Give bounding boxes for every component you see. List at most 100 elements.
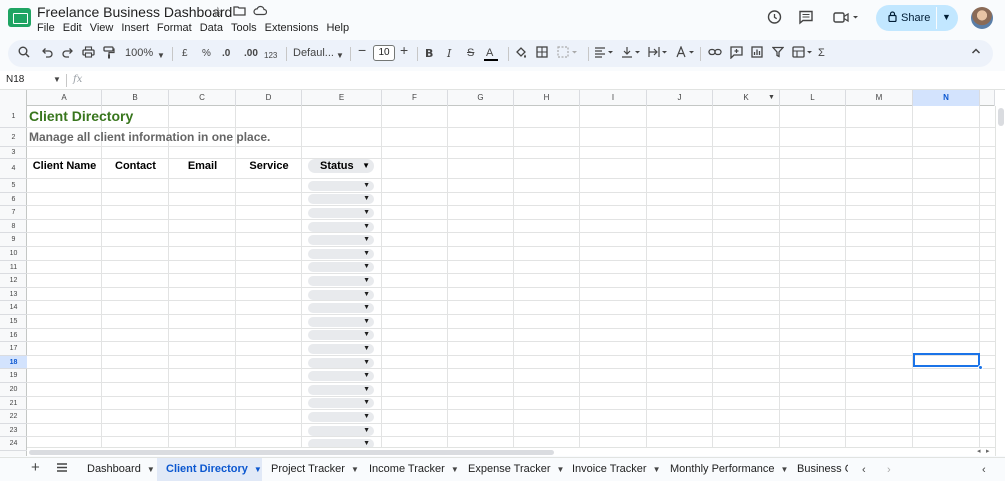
row-header-18[interactable]: 18 [0,355,27,370]
sheet-tab-caret-icon[interactable]: ▼ [351,465,359,474]
font-size-input[interactable]: 10 [373,45,395,61]
name-box-caret-icon[interactable]: ▼ [53,75,61,84]
name-box[interactable]: N18 [6,74,24,85]
row-header-21[interactable]: 21 [0,397,27,411]
row-header-4[interactable]: 4 [0,159,27,179]
menu-help[interactable]: Help [322,21,353,35]
row-header-5[interactable]: 5 [0,179,27,193]
column-header-e[interactable]: E [302,90,382,106]
insert-comment-icon[interactable] [730,46,743,64]
format-percent-button[interactable]: % [202,46,211,61]
status-dropdown-chip[interactable]: ▼ [308,330,374,341]
status-dropdown-chip[interactable]: ▼ [308,208,374,218]
status-dropdown-chip[interactable]: ▼ [308,357,374,368]
tabs-scroll-left-icon[interactable]: ‹ [862,463,866,477]
row-header-22[interactable]: 22 [0,410,27,424]
format-currency-button[interactable]: £ [182,46,188,61]
column-header-g[interactable]: G [448,90,514,106]
row-header-15[interactable]: 15 [0,315,27,329]
status-dropdown-chip[interactable]: ▼ [308,221,374,232]
menu-edit[interactable]: Edit [59,21,86,35]
search-menus-icon[interactable] [18,46,30,63]
row-header-20[interactable]: 20 [0,383,27,397]
horizontal-align-icon[interactable] [594,46,614,63]
sheet-tab-caret-icon[interactable]: ▼ [451,465,459,474]
menu-extensions[interactable]: Extensions [261,21,323,35]
borders-icon[interactable] [536,46,548,63]
row-header-17[interactable]: 17 [0,342,27,356]
status-dropdown-chip[interactable]: ▼ [308,235,374,246]
column-header-c[interactable]: C [169,90,236,106]
header-email[interactable]: Email [169,160,236,172]
share-button[interactable]: Share ▼ [876,5,958,31]
row-header-1[interactable]: 1 [0,106,27,128]
row-header-12[interactable]: 12 [0,274,27,288]
column-header-m[interactable]: M [846,90,913,106]
insert-chart-icon[interactable] [751,46,763,63]
text-wrapping-icon[interactable] [648,46,668,63]
column-header-i[interactable]: I [580,90,647,106]
row-header-14[interactable]: 14 [0,301,27,315]
horizontal-scrollbar[interactable]: ◂ ▸ [27,447,995,456]
status-dropdown-chip[interactable]: ▼ [308,303,374,314]
insert-link-icon[interactable] [708,46,722,63]
vertical-scroll-thumb[interactable] [998,108,1004,126]
status-dropdown-chip[interactable]: ▼ [308,371,374,382]
sheet-tab-monthly-performance[interactable]: Monthly Performance ▼ [661,458,788,481]
sheet-tab-project-tracker[interactable]: Project Tracker ▼ [262,458,360,481]
increase-decimal-button[interactable]: .00 [244,46,258,61]
status-dropdown-chip[interactable]: ▼ [308,276,374,286]
collapse-toolbar-icon[interactable] [971,46,981,61]
row-header-24[interactable]: 24 [0,437,27,451]
menu-view[interactable]: View [86,21,118,35]
menu-tools[interactable]: Tools [227,21,261,35]
row-header-23[interactable]: 23 [0,424,27,438]
menu-insert[interactable]: Insert [117,21,153,35]
column-header-j[interactable]: J [647,90,713,106]
functions-button[interactable]: Σ [818,46,825,61]
zoom-select[interactable]: 100% [125,46,153,61]
comments-icon[interactable] [798,9,814,29]
row-header-6[interactable]: 6 [0,193,27,207]
status-dropdown-caret-icon[interactable]: ▼ [362,162,370,170]
sheet-tab-income-tracker[interactable]: Income Tracker ▼ [360,458,459,481]
header-service[interactable]: Service [236,160,302,172]
column-header-a[interactable]: A [27,90,102,106]
sheet-tab-business-go[interactable]: Business Go [788,458,848,481]
menu-file[interactable]: File [37,21,59,35]
row-header-8[interactable]: 8 [0,220,27,234]
bold-button[interactable]: B [425,46,433,61]
status-dropdown-chip[interactable]: ▼ [308,262,374,273]
more-formats-button[interactable]: 123 [264,48,277,63]
menu-data[interactable]: Data [196,21,227,35]
status-dropdown-chip[interactable]: ▼ [308,194,374,205]
text-rotation-icon[interactable] [675,45,695,63]
vertical-align-icon[interactable] [621,46,641,63]
sheet-tab-caret-icon[interactable]: ▼ [147,465,155,474]
row-header-11[interactable]: 11 [0,261,27,275]
sheet-tab-client-directory[interactable]: Client Directory ▼ [157,458,262,481]
add-sheet-icon[interactable]: + [31,460,40,475]
sheet-subtitle-cell[interactable]: Manage all client information in one pla… [29,130,270,144]
sheet-tab-caret-icon[interactable]: ▼ [254,465,262,474]
status-dropdown-chip[interactable]: ▼ [308,398,374,409]
move-folder-icon[interactable] [233,5,246,19]
undo-icon[interactable] [41,46,53,63]
scroll-left-icon[interactable]: ◂ [977,448,981,456]
row-header-7[interactable]: 7 [0,206,27,220]
status-dropdown-chip[interactable]: ▼ [308,384,374,395]
row-header-3[interactable]: 3 [0,147,27,159]
paint-format-icon[interactable] [103,46,115,64]
row-header-2[interactable]: 2 [0,128,27,147]
print-icon[interactable] [82,46,95,63]
row-header-19[interactable]: 19 [0,369,27,383]
horizontal-scroll-thumb[interactable] [29,450,554,455]
increase-font-size-button[interactable]: + [400,43,408,58]
status-dropdown-chip[interactable]: ▼ [308,316,374,327]
video-call-icon[interactable] [833,9,859,29]
merge-cells-icon[interactable] [557,46,577,63]
decrease-font-size-button[interactable]: − [358,43,366,58]
column-header-n[interactable]: N [913,90,980,106]
document-title[interactable]: Freelance Business Dashboard [37,4,232,20]
row-header-16[interactable]: 16 [0,329,27,343]
